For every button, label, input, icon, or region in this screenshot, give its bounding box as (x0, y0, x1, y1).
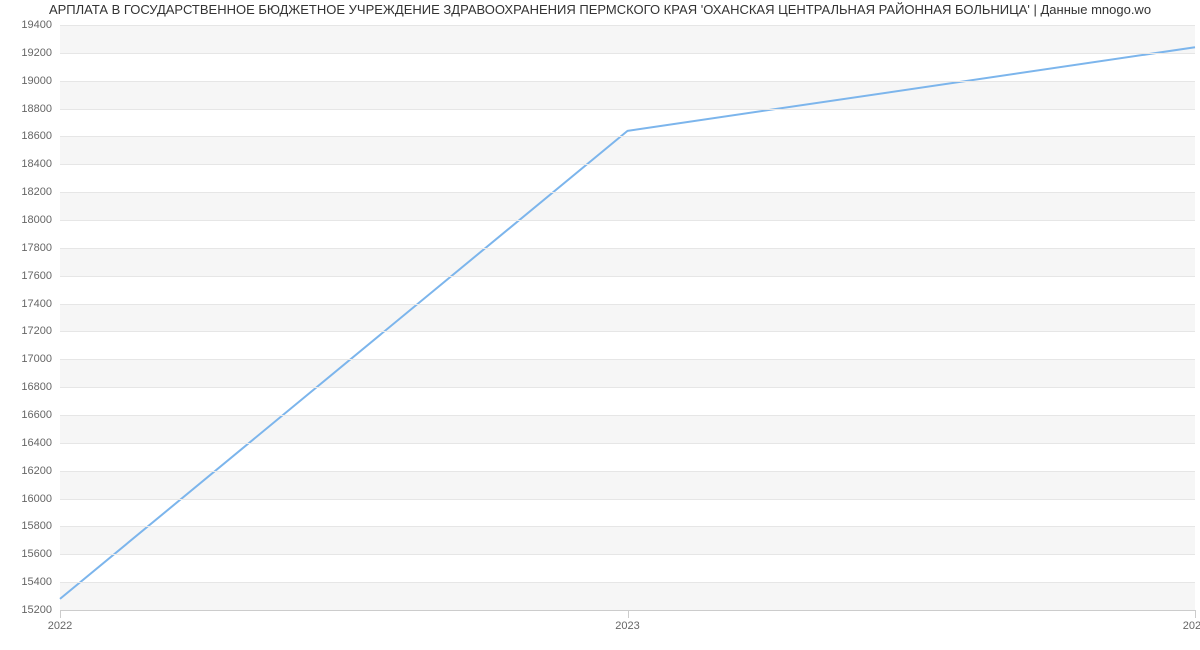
line-series (60, 25, 1195, 610)
y-gridline (60, 582, 1195, 583)
y-gridline (60, 109, 1195, 110)
x-tick-mark (1195, 610, 1196, 618)
y-tick-label: 19200 (21, 47, 52, 59)
chart-container: АРПЛАТА В ГОСУДАРСТВЕННОЕ БЮДЖЕТНОЕ УЧРЕ… (0, 0, 1200, 650)
y-tick-label: 18400 (21, 158, 52, 170)
y-tick-label: 17000 (21, 353, 52, 365)
y-tick-label: 18200 (21, 186, 52, 198)
y-gridline (60, 136, 1195, 137)
x-tick-label: 2024 (1183, 620, 1200, 632)
y-tick-label: 18600 (21, 130, 52, 142)
y-gridline (60, 471, 1195, 472)
y-tick-label: 16400 (21, 437, 52, 449)
y-tick-label: 16800 (21, 381, 52, 393)
y-gridline (60, 192, 1195, 193)
y-gridline (60, 443, 1195, 444)
y-tick-label: 15600 (21, 548, 52, 560)
y-tick-label: 15800 (21, 520, 52, 532)
y-gridline (60, 415, 1195, 416)
y-gridline (60, 304, 1195, 305)
y-gridline (60, 554, 1195, 555)
y-tick-label: 15200 (21, 604, 52, 616)
y-gridline (60, 81, 1195, 82)
y-gridline (60, 164, 1195, 165)
y-tick-label: 15400 (21, 576, 52, 588)
y-tick-label: 18000 (21, 214, 52, 226)
series-line (60, 47, 1195, 599)
y-gridline (60, 25, 1195, 26)
y-gridline (60, 276, 1195, 277)
y-tick-label: 17800 (21, 242, 52, 254)
x-tick-mark (628, 610, 629, 618)
y-tick-label: 17600 (21, 270, 52, 282)
x-tick-label: 2023 (615, 620, 639, 632)
y-gridline (60, 387, 1195, 388)
y-tick-label: 19000 (21, 75, 52, 87)
y-gridline (60, 331, 1195, 332)
y-tick-label: 18800 (21, 103, 52, 115)
x-tick-label: 2022 (48, 620, 72, 632)
y-gridline (60, 359, 1195, 360)
y-gridline (60, 248, 1195, 249)
y-tick-label: 17200 (21, 325, 52, 337)
y-tick-label: 19400 (21, 19, 52, 31)
chart-title: АРПЛАТА В ГОСУДАРСТВЕННОЕ БЮДЖЕТНОЕ УЧРЕ… (0, 2, 1200, 17)
y-tick-label: 17400 (21, 298, 52, 310)
plot-area: 1520015400156001580016000162001640016600… (60, 25, 1195, 610)
y-gridline (60, 53, 1195, 54)
y-tick-label: 16600 (21, 409, 52, 421)
y-gridline (60, 220, 1195, 221)
y-gridline (60, 526, 1195, 527)
x-tick-mark (60, 610, 61, 618)
y-gridline (60, 499, 1195, 500)
y-tick-label: 16200 (21, 465, 52, 477)
y-tick-label: 16000 (21, 493, 52, 505)
